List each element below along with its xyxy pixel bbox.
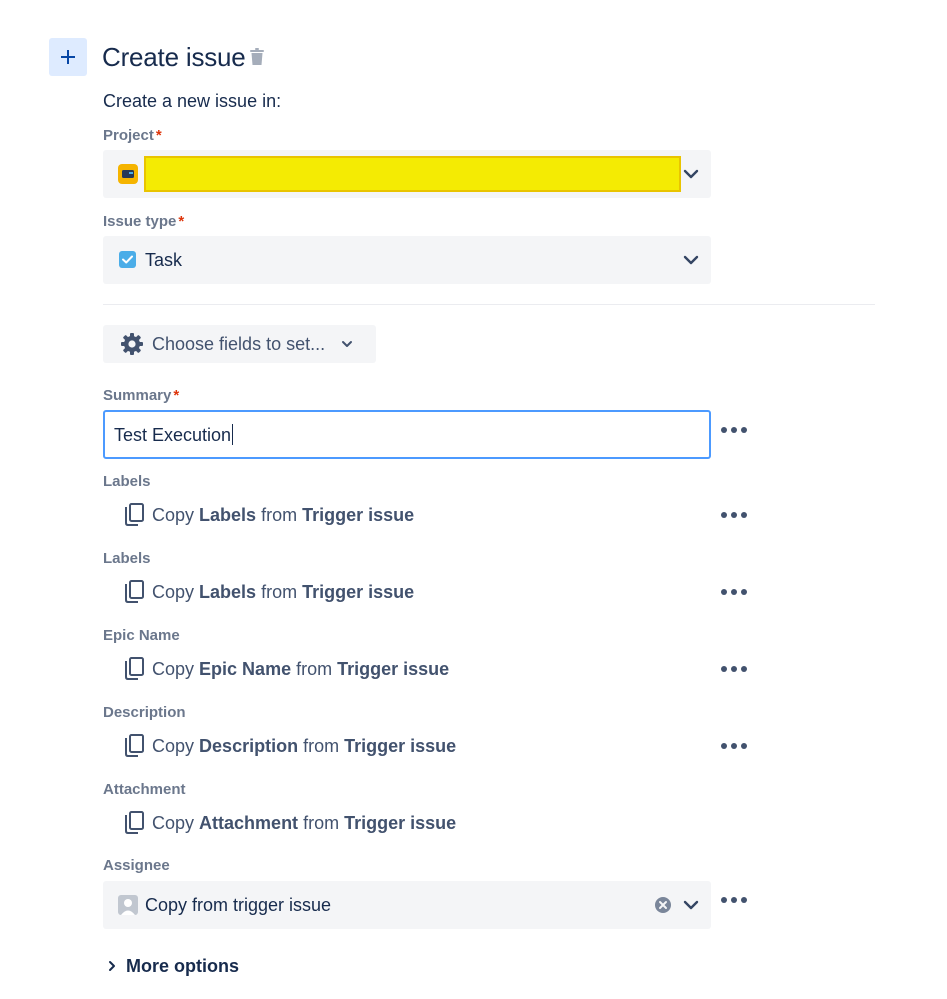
copy-attachment-row[interactable]: Copy Attachment from Trigger issue: [123, 810, 456, 836]
more-options-label: More options: [126, 956, 239, 976]
chevron-down-icon: [342, 341, 352, 347]
page-title: Create issue: [102, 42, 246, 72]
chevron-down-icon: [683, 900, 699, 910]
task-icon: [119, 251, 136, 268]
subtitle: Create a new issue in:: [103, 91, 282, 111]
choose-fields-label: Choose fields to set...: [152, 334, 326, 354]
assignee-select[interactable]: Copy from trigger issue: [103, 881, 711, 929]
assignee-more-button[interactable]: [721, 896, 747, 904]
copy-icon: [125, 811, 144, 834]
project-label: Project *: [103, 127, 162, 144]
dot: [731, 897, 737, 903]
dot: [741, 427, 747, 433]
dot: [721, 743, 727, 749]
labels-more-button[interactable]: [721, 511, 747, 519]
dot: [731, 589, 737, 595]
required-mark: *: [173, 387, 180, 404]
dot: [741, 512, 747, 518]
issue-type-label: Issue type *: [103, 213, 185, 230]
dot: [731, 666, 737, 672]
description-more-button[interactable]: [721, 742, 747, 750]
labels-more-button[interactable]: [721, 588, 747, 596]
attachment-field-label: Attachment: [103, 781, 186, 798]
gear-icon: [121, 333, 143, 355]
copy-icon: [125, 657, 144, 680]
text-cursor: [232, 424, 234, 445]
copy-icon: [125, 734, 144, 757]
copy-epic-name-row[interactable]: Copy Epic Name from Trigger issue: [123, 656, 449, 682]
trash-icon[interactable]: [249, 48, 265, 66]
labels-field-label: Labels: [103, 473, 151, 490]
dot: [741, 743, 747, 749]
copy-field-text: Copy Labels from Trigger issue: [152, 505, 415, 525]
issue-type-value: Task: [145, 250, 183, 270]
dot: [731, 743, 737, 749]
dot: [721, 897, 727, 903]
labels-field-label: Labels: [103, 550, 151, 567]
avatar-icon: [118, 895, 138, 915]
epic-name-more-button[interactable]: [721, 665, 747, 673]
copy-labels-row[interactable]: Copy Labels from Trigger issue: [123, 502, 414, 528]
clear-icon[interactable]: [655, 897, 671, 913]
assignee-value: Copy from trigger issue: [145, 895, 332, 915]
summary-input[interactable]: Test Execution: [103, 410, 711, 459]
project-select[interactable]: [103, 150, 711, 198]
dot: [741, 666, 747, 672]
chevron-down-icon: [683, 255, 699, 265]
assignee-label: Assignee: [103, 857, 170, 874]
dot: [721, 512, 727, 518]
dot: [741, 589, 747, 595]
dot: [721, 666, 727, 672]
description-field-label: Description: [103, 704, 186, 721]
required-mark: *: [178, 213, 185, 230]
summary-value: Test Execution: [114, 425, 232, 445]
dot: [731, 512, 737, 518]
copy-field-text: Copy Labels from Trigger issue: [152, 582, 415, 602]
redacted-project-name: [144, 156, 681, 192]
copy-field-text: Copy Epic Name from Trigger issue: [152, 659, 450, 679]
issue-type-select[interactable]: Task: [103, 236, 711, 284]
more-options-toggle[interactable]: More options: [106, 955, 239, 977]
project-avatar-icon: [118, 164, 138, 184]
chevron-down-icon: [683, 169, 699, 179]
summary-label: Summary *: [103, 387, 180, 404]
add-action-button[interactable]: [49, 38, 87, 76]
copy-field-text: Copy Attachment from Trigger issue: [152, 813, 457, 833]
dot: [721, 589, 727, 595]
epic-name-field-label: Epic Name: [103, 627, 180, 644]
copy-labels-row[interactable]: Copy Labels from Trigger issue: [123, 579, 414, 605]
copy-description-row[interactable]: Copy Description from Trigger issue: [123, 733, 456, 759]
choose-fields-button[interactable]: Choose fields to set...: [103, 325, 376, 363]
copy-icon: [125, 580, 144, 603]
dot: [741, 897, 747, 903]
chevron-right-icon: [109, 961, 115, 971]
divider: [103, 304, 875, 305]
plus-icon: [61, 50, 75, 64]
copy-icon: [125, 503, 144, 526]
summary-more-button[interactable]: [721, 426, 747, 434]
dot: [721, 427, 727, 433]
copy-field-text: Copy Description from Trigger issue: [152, 736, 457, 756]
required-mark: *: [155, 127, 162, 144]
dot: [731, 427, 737, 433]
